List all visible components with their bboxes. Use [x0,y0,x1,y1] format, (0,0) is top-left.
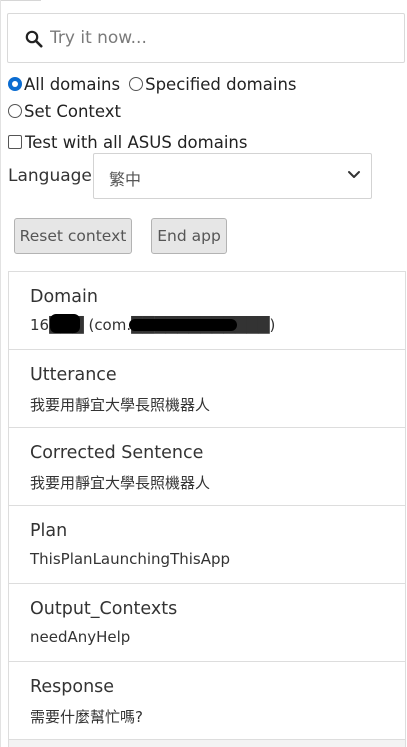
redaction-mark [50,314,80,333]
result-value: 需要什麼幫忙嗎? [30,708,143,726]
next-item-peek [9,740,405,747]
chevron-down-icon [348,171,360,178]
result-title: Response [30,677,115,697]
test-all-checkbox[interactable] [8,135,22,149]
radio-all-domains[interactable] [8,77,22,91]
domain-options-row: All domains Specified domains [8,73,297,95]
result-value: ThisPlanLaunchingThisApp [30,550,231,568]
result-item-domain: Domain 16███ (com.████████████) [9,272,405,350]
result-value: needAnyHelp [30,628,131,646]
radio-set-context[interactable] [8,104,22,118]
result-value: 我要用靜宜大學長照機器人 [30,474,211,492]
search-input[interactable] [50,23,395,53]
result-item-output-contexts: Output_Contexts needAnyHelp [9,584,405,662]
reset-context-button[interactable]: Reset context [14,218,132,254]
result-value: 我要用靜宜大學長照機器人 [30,396,211,414]
result-item-corrected-sentence: Corrected Sentence 我要用靜宜大學長照機器人 [9,428,405,506]
language-selected-value: 繁中 [109,170,142,189]
result-title: Domain [30,287,98,307]
test-all-row: Test with all ASUS domains [8,131,247,153]
end-app-button[interactable]: End app [151,218,227,254]
radio-specified-domains[interactable] [129,77,144,91]
result-title: Utterance [30,365,117,385]
all-domains-label[interactable]: All domains [24,75,120,94]
result-title: Output_Contexts [30,599,178,619]
set-context-label[interactable]: Set Context [24,102,121,121]
result-item-response: Response 需要什麼幫忙嗎? [9,662,405,740]
language-select[interactable]: 繁中 [93,153,372,199]
app-page: All domains Specified domains Set Contex… [0,0,407,747]
result-item-plan: Plan ThisPlanLaunchingThisApp [9,506,405,584]
search-box[interactable] [7,13,405,63]
top-divider [1,0,41,1]
result-title: Corrected Sentence [30,443,204,463]
set-context-row: Set Context [8,100,121,122]
result-item-utterance: Utterance 我要用靜宜大學長照機器人 [9,350,405,428]
redaction-mark [129,319,237,331]
search-icon [25,30,43,48]
test-all-label[interactable]: Test with all ASUS domains [25,133,247,152]
language-label: Language [8,166,92,186]
result-title: Plan [30,521,68,541]
specified-domains-label[interactable]: Specified domains [145,75,296,94]
results-list: Domain 16███ (com.████████████) Utteranc… [8,271,406,747]
